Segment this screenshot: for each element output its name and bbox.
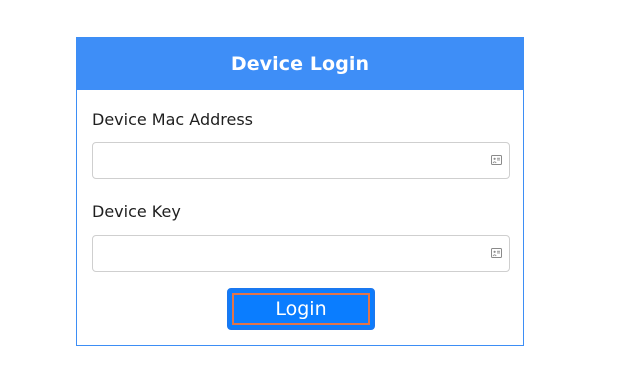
card-header: Device Login bbox=[77, 38, 523, 90]
device-key-input[interactable] bbox=[93, 236, 509, 271]
mac-address-input[interactable] bbox=[93, 143, 509, 178]
contact-card-icon[interactable] bbox=[491, 248, 502, 259]
device-login-card: Device Login Device Mac Address Device K… bbox=[76, 37, 524, 346]
login-button[interactable]: Login bbox=[232, 293, 370, 325]
device-key-field[interactable] bbox=[92, 235, 510, 272]
contact-card-icon[interactable] bbox=[491, 155, 502, 166]
login-button-container: Login bbox=[227, 288, 375, 330]
device-key-label: Device Key bbox=[92, 202, 181, 221]
page-title: Device Login bbox=[230, 53, 370, 75]
mac-address-field[interactable] bbox=[92, 142, 510, 179]
mac-address-label: Device Mac Address bbox=[92, 110, 254, 129]
